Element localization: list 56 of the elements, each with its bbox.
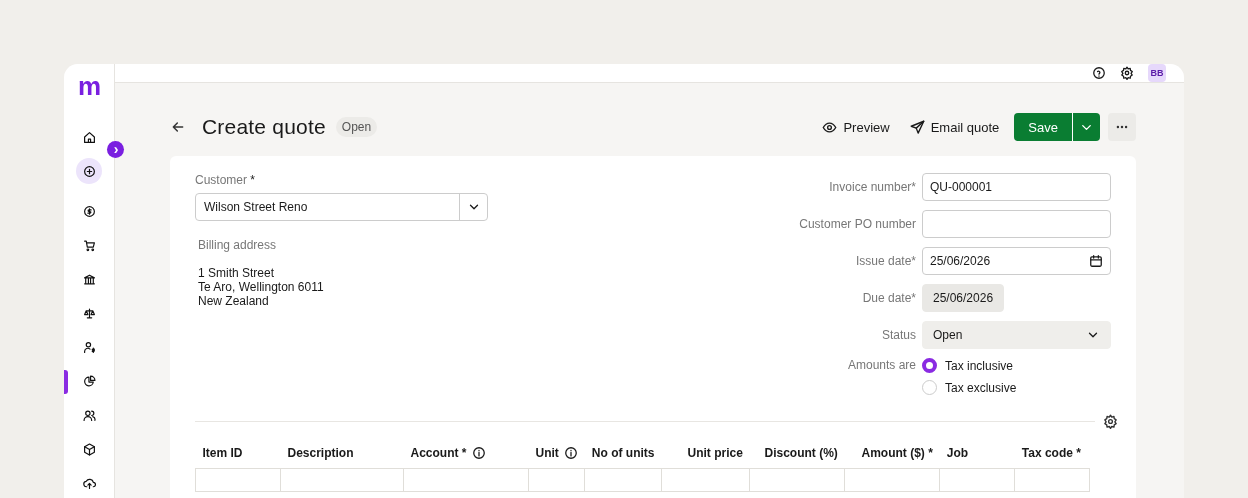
paper-plane-icon: [909, 119, 925, 135]
bank-icon: [82, 272, 96, 286]
column-header: Account *: [403, 437, 529, 469]
scales-icon: [82, 306, 96, 320]
dollar-icon: [82, 204, 96, 218]
field-label: Issue date*: [854, 254, 916, 268]
app-logo[interactable]: m: [77, 76, 101, 98]
settings-icon: [1103, 414, 1118, 429]
help-icon: [1092, 66, 1106, 80]
cloud-upload-icon: [82, 476, 96, 490]
eye-icon: [822, 119, 838, 135]
status-dropdown[interactable]: Open: [922, 321, 1111, 349]
preview-button[interactable]: Preview: [822, 119, 890, 135]
column-header: Unit price: [661, 437, 750, 469]
input-field[interactable]: [922, 210, 1111, 238]
date-field: 25/06/2026: [922, 284, 1005, 312]
column-header: Amount ($) *: [844, 437, 940, 469]
input-field[interactable]: QU-000001: [922, 173, 1111, 201]
column-header: Tax code *: [1014, 437, 1090, 469]
column-header: Job: [939, 437, 1015, 469]
date-field[interactable]: 25/06/2026: [922, 247, 1111, 275]
column-header: Description: [280, 437, 404, 469]
field-label: Due date*: [861, 291, 916, 305]
user-avatar[interactable]: BB: [1148, 64, 1166, 82]
field-label: Amounts are: [846, 358, 916, 372]
radio-option[interactable]: Tax inclusive: [922, 358, 1017, 373]
pie-chart-icon: [82, 374, 96, 388]
billing-address: 1 Smith Street Te Aro, Wellington 6011 New Zealand: [198, 266, 325, 308]
info-icon: [563, 446, 578, 460]
column-header: No of units: [584, 437, 662, 469]
box-icon: [82, 442, 96, 456]
calendar-icon: [1089, 254, 1103, 268]
field-label: Billing address: [198, 238, 278, 252]
column-header: Item ID: [195, 437, 281, 469]
back-arrow-icon: [170, 119, 186, 135]
field-label: Status: [880, 328, 916, 342]
page-title: Create quote: [202, 115, 326, 139]
customer-field[interactable]: Wilson Street Reno: [195, 193, 488, 221]
cart-icon: [82, 238, 96, 252]
expand-sidebar-button[interactable]: ›: [107, 141, 124, 158]
person-dollar-icon: [82, 340, 96, 354]
column-header: Discount (%): [749, 437, 845, 469]
column-header: Unit: [528, 437, 585, 469]
save-options-button[interactable]: [1072, 113, 1100, 141]
home-icon: [82, 130, 96, 144]
save-button[interactable]: Save: [1014, 113, 1072, 141]
info-icon: [471, 446, 486, 460]
field-label: Invoice number*: [828, 180, 916, 194]
add-icon: [82, 164, 96, 178]
field-label: Customer *: [195, 173, 257, 187]
settings-icon: [1120, 66, 1134, 80]
people-icon: [82, 408, 96, 422]
field-label: Customer PO number: [798, 217, 916, 231]
email-quote-button[interactable]: Email quote: [909, 119, 1000, 135]
radio-option[interactable]: Tax exclusive: [922, 380, 1017, 395]
status-badge: Open: [335, 117, 378, 137]
